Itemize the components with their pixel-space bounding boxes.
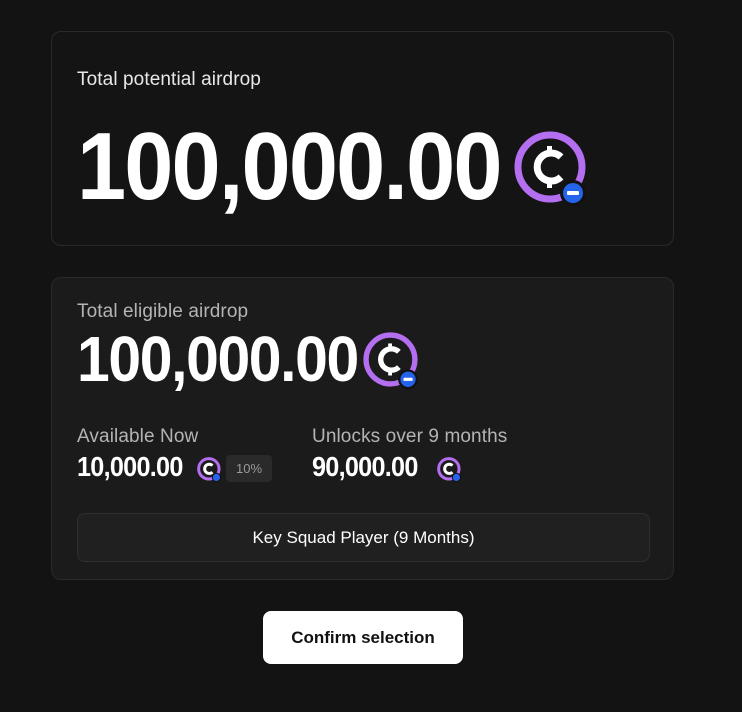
potential-airdrop-amount: 100,000.00 — [77, 113, 502, 220]
eligible-airdrop-label: Total eligible airdrop — [77, 301, 249, 322]
unlocks-label: Unlocks over 9 months — [312, 426, 508, 447]
percent-badge: 10% — [226, 455, 272, 482]
plan-select-button[interactable]: Key Squad Player (9 Months) — [77, 513, 650, 562]
coin-c-icon — [437, 457, 462, 482]
confirm-selection-button[interactable]: Confirm selection — [263, 611, 463, 664]
potential-airdrop-label: Total potential airdrop — [77, 69, 261, 90]
coin-c-icon — [197, 457, 222, 482]
unlocks-amount: 90,000.00 — [312, 451, 418, 482]
airdrop-panel: Total potential airdrop 100,000.00 Total… — [0, 0, 742, 712]
coin-c-icon — [514, 131, 586, 206]
eligible-airdrop-amount: 100,000.00 — [77, 323, 359, 395]
available-now-amount: 10,000.00 — [77, 451, 183, 482]
available-now-label: Available Now — [77, 426, 199, 447]
coin-c-icon — [363, 332, 418, 390]
